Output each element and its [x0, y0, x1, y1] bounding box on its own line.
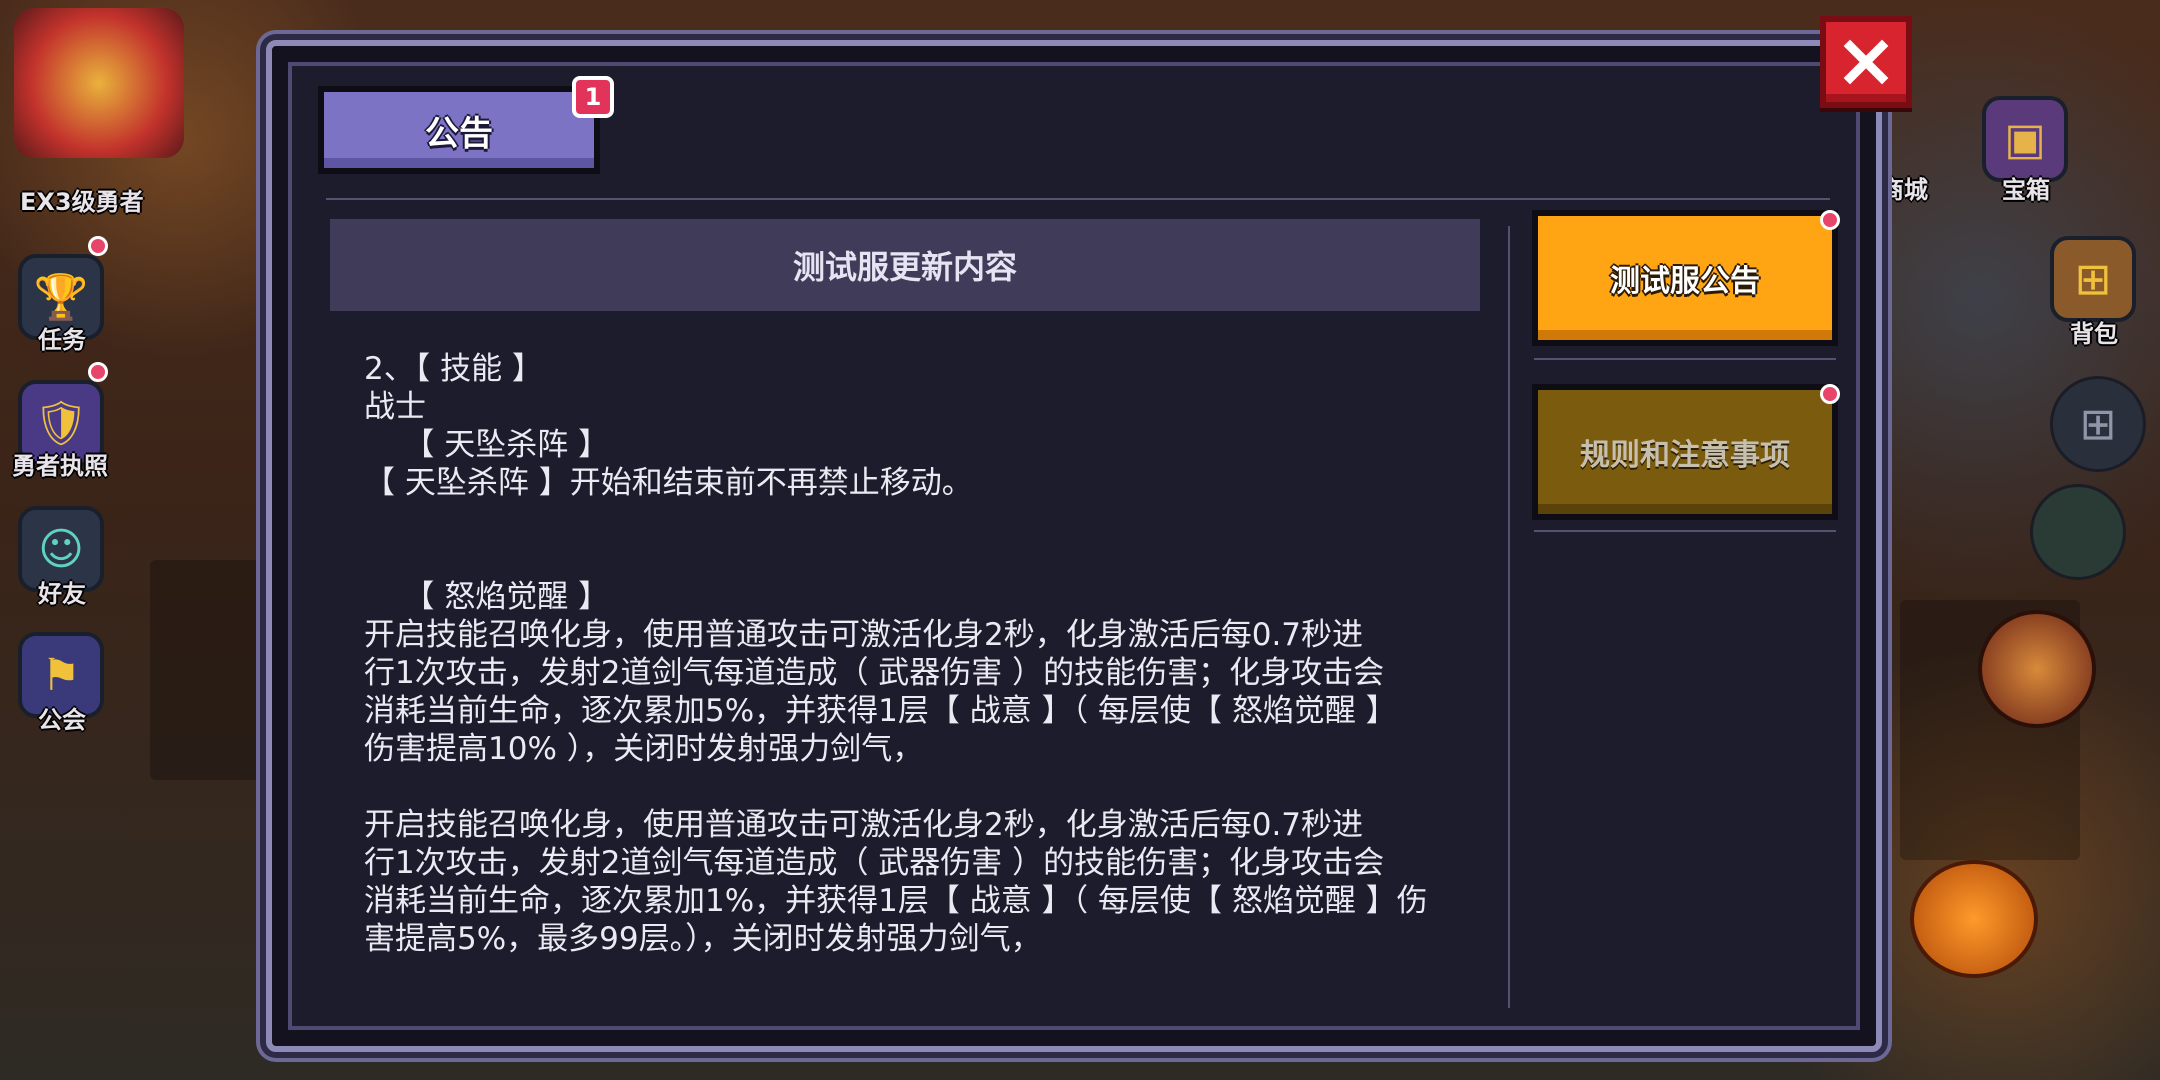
close-button[interactable] [1820, 16, 1912, 108]
grid-icon: ⊞ [2079, 398, 2117, 450]
license-icon: 🛡 [33, 398, 89, 449]
announcement-line [364, 502, 1480, 540]
announcement-line [364, 540, 1480, 578]
friend-menu-label: 好友 [38, 580, 86, 608]
notification-dot [1820, 384, 1840, 404]
backpack-menu-label: 背包 [2070, 320, 2118, 348]
announcement-line: 消耗当前生命，逐次累加1%，并获得1层【 战意 】（ 每层使【 怒焰觉醒 】伤 [364, 883, 1428, 919]
background-decor [150, 560, 270, 780]
announcement-line [364, 768, 1480, 806]
guild-icon: ⚑ [41, 649, 81, 701]
notification-dot [1820, 210, 1840, 230]
notification-dot [88, 362, 108, 382]
tab-announcement[interactable]: 公告 [318, 86, 600, 174]
quest-menu-label: 任务 [38, 326, 86, 354]
announcement-line: 开启技能召唤化身，使用普通攻击可激活化身2秒，化身激活后每0.7秒进 [364, 807, 1364, 843]
guild-menu-label: 公会 [38, 706, 86, 734]
tab-divider [326, 198, 1830, 200]
player-rank: EX3级勇者 [20, 188, 144, 216]
panel-divider [1508, 226, 1510, 1008]
trophy-icon: 🏆 [33, 272, 89, 323]
player-avatar[interactable] [14, 8, 184, 158]
license-menu-label: 勇者执照 [12, 452, 108, 480]
side-separator [1534, 530, 1836, 532]
grid-menu-button[interactable]: ⊞ [2050, 376, 2146, 472]
announcement-line: 消耗当前生命，逐次累加5%，并获得1层【 战意 】（ 每层使【 怒焰觉醒 】 [364, 693, 1397, 729]
emote-button[interactable] [2030, 484, 2126, 580]
friend-icon: ☺ [38, 523, 84, 575]
rules-notice-button[interactable]: 规则和注意事项 [1532, 384, 1838, 520]
tab-announcement-label: 公告 [425, 113, 493, 154]
announcement-line: 战士 [364, 389, 426, 425]
announcement-line: 【 天坠杀阵 】开始和结束前不再禁止移动。 [364, 465, 973, 501]
announcement-text[interactable]: 2、【 技能 】战士 【 天坠杀阵 】【 天坠杀阵 】开始和结束前不再禁止移动。… [364, 350, 1480, 966]
backpack-menu-button[interactable]: ⊞ [2050, 236, 2136, 322]
announcement-line: 开启技能召唤化身，使用普通攻击可激活化身2秒，化身激活后每0.7秒进 [364, 617, 1364, 653]
content-title: 测试服更新内容 [330, 219, 1480, 311]
announcement-line: 行1次攻击，发射2道剑气每道造成（ 武器伤害 ）的技能伤害；化身攻击会 [364, 845, 1385, 881]
skill-button[interactable] [1978, 610, 2096, 728]
pumpkin-attack-button[interactable] [1910, 860, 2038, 978]
test-server-notice-button[interactable]: 测试服公告 [1532, 210, 1838, 346]
announcement-line: 【 天坠杀阵 】 [364, 427, 610, 463]
announcement-line: 行1次攻击，发射2道剑气每道造成（ 武器伤害 ）的技能伤害；化身攻击会 [364, 655, 1385, 691]
close-icon [1843, 39, 1889, 85]
shop-menu-label: 商城 [1880, 176, 1928, 204]
notification-dot [88, 236, 108, 256]
announcement-line: 【 怒焰觉醒 】 [364, 579, 610, 615]
chest-icon: ▣ [2004, 113, 2046, 165]
announcement-line: 伤害提高10% ），关闭时发射强力剑气， [364, 731, 924, 767]
tab-badge: 1 [572, 76, 614, 118]
chest-menu-label: 宝箱 [2002, 176, 2050, 204]
backpack-icon: ⊞ [2074, 253, 2112, 305]
side-separator [1534, 358, 1836, 360]
rules-notice-label: 规则和注意事项 [1580, 438, 1790, 473]
announcement-line: 2、【 技能 】 [364, 351, 543, 387]
announcement-line: 害提高5%，最多99层。），关闭时发射强力剑气， [364, 921, 1042, 957]
test-server-notice-label: 测试服公告 [1610, 264, 1760, 299]
